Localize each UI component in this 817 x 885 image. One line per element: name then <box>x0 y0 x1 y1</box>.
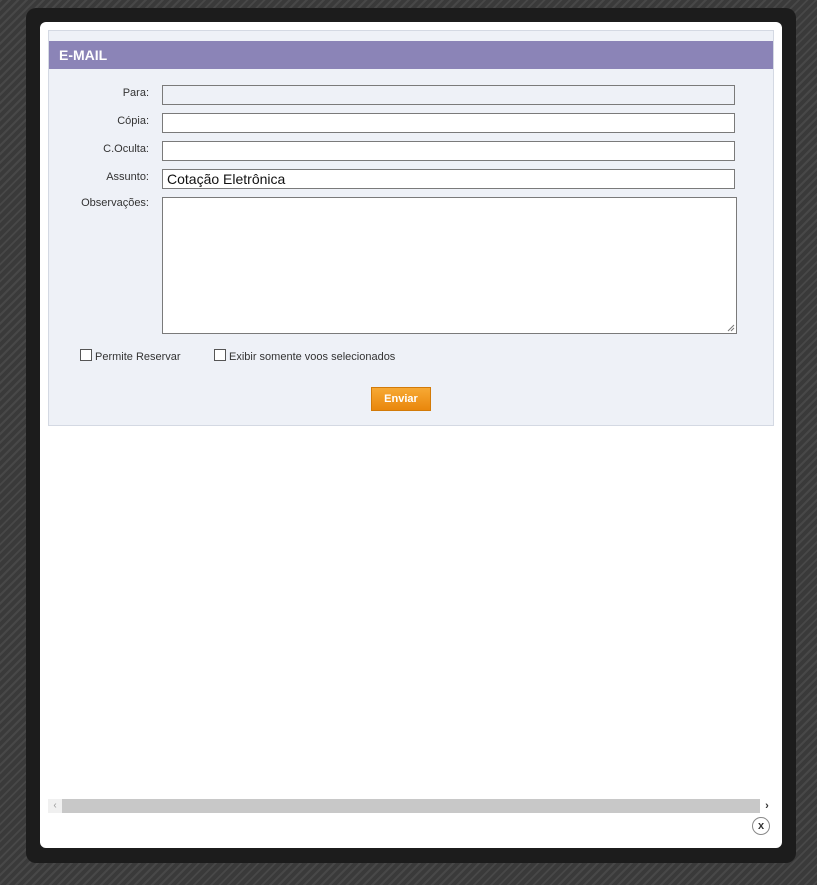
permite-reservar-label[interactable]: Permite Reservar <box>95 351 181 363</box>
copia-field[interactable] <box>162 113 735 133</box>
enviar-button[interactable]: Enviar <box>371 387 431 411</box>
scroll-left-icon[interactable]: ‹ <box>48 799 62 813</box>
assunto-field[interactable] <box>162 169 735 189</box>
email-panel: E-MAIL Para: Cópia: C.Oculta: Assunto: O… <box>48 30 774 426</box>
assunto-label: Assunto: <box>106 171 149 183</box>
panel-title: E-MAIL <box>49 41 773 69</box>
copia-label: Cópia: <box>117 115 149 127</box>
horizontal-scrollbar[interactable]: ‹ › <box>48 799 774 813</box>
permite-reservar-checkbox[interactable] <box>80 349 92 361</box>
exibir-voos-checkbox[interactable] <box>214 349 226 361</box>
para-field[interactable] <box>162 85 735 105</box>
scroll-thumb[interactable] <box>62 799 760 813</box>
email-modal: E-MAIL Para: Cópia: C.Oculta: Assunto: O… <box>40 22 782 848</box>
observacoes-textarea[interactable] <box>162 197 737 334</box>
para-label: Para: <box>122 87 149 99</box>
exibir-voos-label[interactable]: Exibir somente voos selecionados <box>229 351 395 363</box>
close-icon[interactable]: x <box>752 817 770 835</box>
scroll-right-icon[interactable]: › <box>760 799 774 813</box>
coculta-label: C.Oculta: <box>103 143 149 155</box>
coculta-field[interactable] <box>162 141 735 161</box>
resize-grip-icon[interactable] <box>727 324 735 332</box>
observacoes-label: Observações: <box>81 197 149 209</box>
